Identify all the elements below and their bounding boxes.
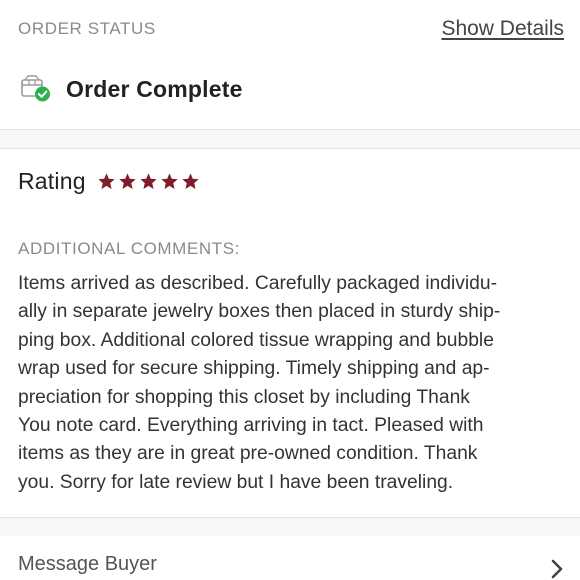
order-status-text: Order Complete xyxy=(66,75,243,102)
star-icon xyxy=(98,172,115,189)
additional-comments-text: Items arrived as described. Carefully pa… xyxy=(18,270,570,497)
comment-line: items as they are in great pre-owned con… xyxy=(18,443,478,465)
section-divider xyxy=(0,517,580,537)
star-icon xyxy=(140,172,157,189)
order-status-row: Order Complete xyxy=(20,72,243,106)
comment-line: You note card. Everything arriving in ta… xyxy=(18,415,484,437)
comment-line: Items arrived as described. Carefully pa… xyxy=(18,273,498,294)
star-icon xyxy=(119,172,136,189)
additional-comments-label: ADDITIONAL COMMENTS: xyxy=(18,239,240,258)
star-icon xyxy=(161,172,178,189)
rating-row: Rating xyxy=(18,165,200,197)
comment-line: ping box. Additional colored tissue wrap… xyxy=(18,329,494,351)
comment-line: ally in separate jewelry boxes then plac… xyxy=(18,301,501,323)
star-icon xyxy=(182,172,199,189)
comment-line: you. Sorry for late review but I have be… xyxy=(18,471,454,493)
order-status-label: ORDER STATUS xyxy=(18,19,156,38)
comment-line: wrap used for secure shipping. Timely sh… xyxy=(18,358,490,380)
rating-label: Rating xyxy=(18,167,86,194)
rating-stars xyxy=(97,172,200,191)
package-check-icon xyxy=(21,75,50,102)
message-buyer-button[interactable]: Message Buyer xyxy=(0,536,580,580)
chevron-right-icon xyxy=(551,559,563,579)
section-divider xyxy=(0,129,580,149)
comment-line: preciation for shopping this closet by i… xyxy=(18,386,470,408)
order-status-section: ORDER STATUS Show Details Order Complete xyxy=(0,0,580,130)
message-buyer-label: Message Buyer xyxy=(18,553,157,575)
order-review-page: ORDER STATUS Show Details Order Complete… xyxy=(0,0,580,580)
show-details-link[interactable]: Show Details xyxy=(441,17,564,41)
